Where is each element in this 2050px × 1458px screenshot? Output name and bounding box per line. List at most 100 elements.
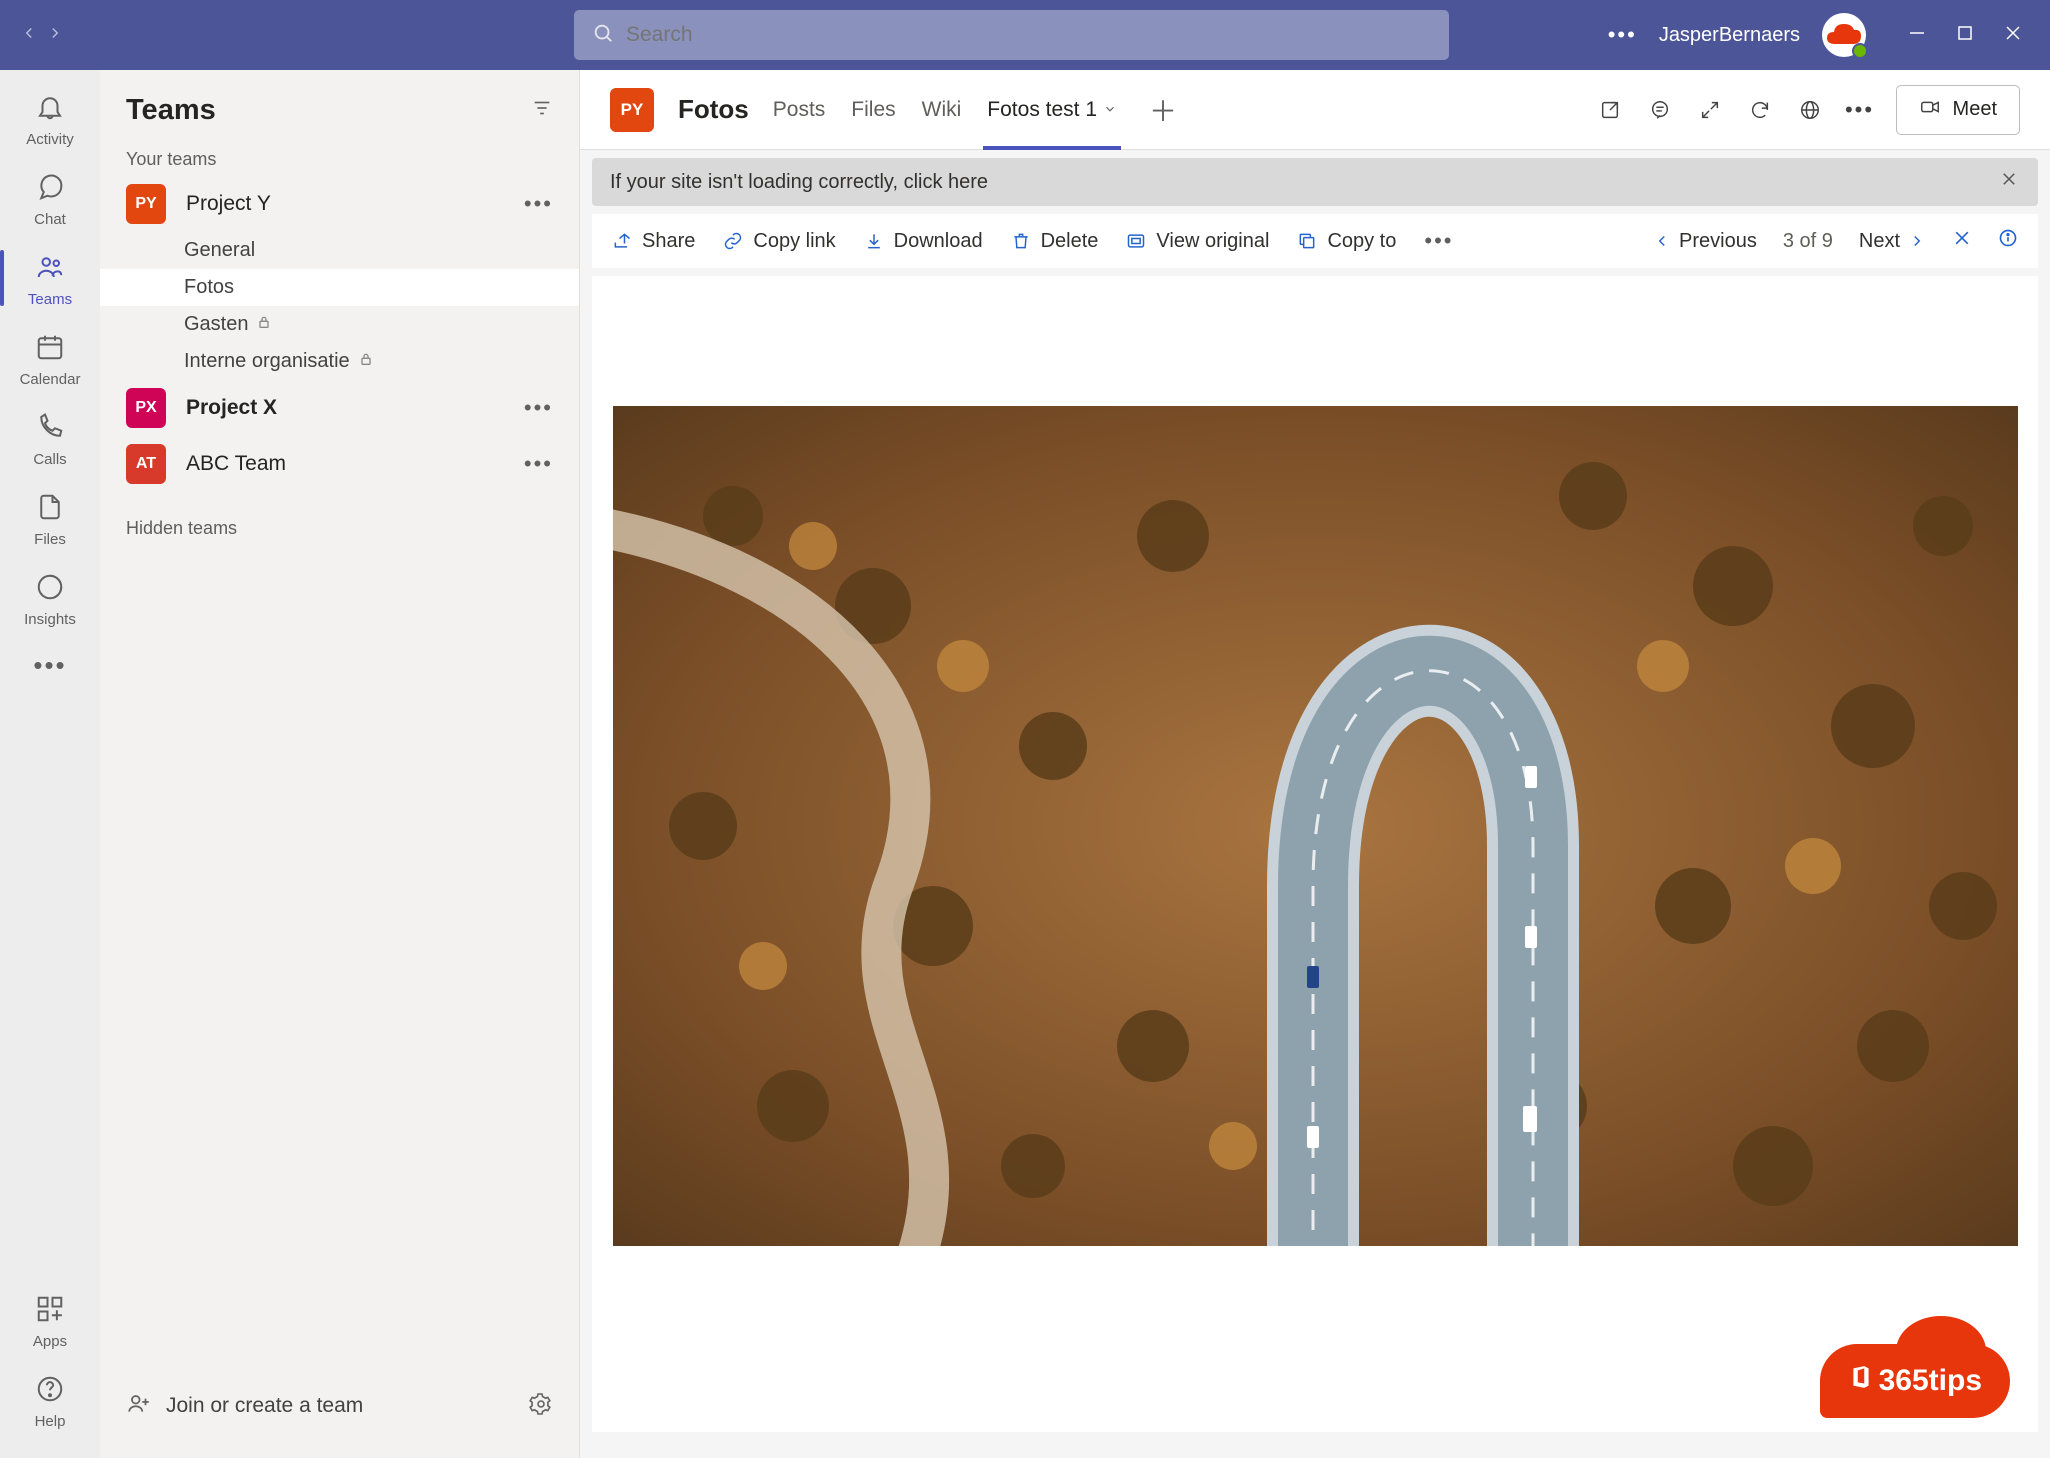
forward-icon[interactable] [46,24,64,47]
conversation-icon[interactable] [1646,96,1674,124]
rail-bottom: Apps Help [0,1282,100,1458]
more-icon[interactable]: ••• [1846,96,1874,124]
settings-gear-icon[interactable] [529,1392,553,1421]
previous-label: Previous [1679,230,1757,253]
settings-more-icon[interactable]: ••• [1608,22,1637,48]
toolbar-right: Previous 3 of 9 Next [1653,228,2018,254]
team-tile: PY [126,184,166,224]
channel-fotos[interactable]: Fotos [100,269,579,306]
add-tab-icon[interactable]: ＋ [1149,90,1177,130]
delete-label: Delete [1041,230,1099,253]
info-pane-icon[interactable] [1998,228,2018,254]
channel-label: Gasten [184,313,248,336]
rail-files[interactable]: Files [0,480,100,556]
rail-calls[interactable]: Calls [0,400,100,476]
app-rail: Activity Chat Teams Calendar Calls Files… [0,70,100,1458]
team-project-y[interactable]: PY Project Y ••• [100,176,579,232]
copy-link-button[interactable]: Copy link [723,230,835,253]
view-original-label: View original [1156,230,1269,253]
download-button[interactable]: Download [864,230,983,253]
minimize-icon[interactable] [1908,24,1926,47]
help-icon [35,1374,65,1409]
meet-button[interactable]: Meet [1896,85,2020,135]
rail-label: Teams [28,291,72,308]
lock-icon [358,350,374,373]
tab-files[interactable]: Files [851,70,895,149]
team-abc[interactable]: AT ABC Team ••• [100,436,579,492]
infobar-close-icon[interactable] [2000,170,2018,194]
join-create-team[interactable]: Join or create a team [126,1390,363,1422]
channel-list: General Fotos Gasten Interne organisatie [100,232,579,380]
next-button[interactable]: Next [1859,230,1926,253]
info-bar: If your site isn't loading correctly, cl… [592,158,2038,206]
team-more-icon[interactable]: ••• [524,191,553,217]
avatar[interactable] [1822,13,1866,57]
your-teams-label: Your teams [100,141,579,176]
365tips-logo: 365tips [1820,1344,2010,1418]
globe-icon[interactable] [1796,96,1824,124]
team-more-icon[interactable]: ••• [524,395,553,421]
team-name: Project X [186,396,504,420]
close-viewer-icon[interactable] [1952,228,1972,254]
rail-label: Calendar [20,371,81,388]
rail-calendar[interactable]: Calendar [0,320,100,396]
rail-apps[interactable]: Apps [0,1282,100,1358]
copy-link-label: Copy link [753,230,835,253]
back-icon[interactable] [20,24,38,47]
team-tile: PX [126,388,166,428]
channel-title: Fotos [678,94,749,125]
teams-header: Teams [100,70,579,141]
view-original-button[interactable]: View original [1126,230,1269,253]
maximize-icon[interactable] [1956,24,1974,47]
aerial-road-photo [613,406,2018,1246]
rail-teams[interactable]: Teams [0,240,100,316]
filter-icon[interactable] [531,97,553,124]
channel-label: Interne organisatie [184,350,350,373]
meet-label: Meet [1953,98,1997,121]
window-controls [1908,24,2022,47]
info-bar-text[interactable]: If your site isn't loading correctly, cl… [610,171,988,194]
rail-label: Insights [24,611,76,628]
share-label: Share [642,230,695,253]
bell-icon [35,92,65,127]
file-toolbar: Share Copy link Download Delete View ori… [592,214,2038,268]
channel-label: Fotos [184,276,234,299]
content-area: PY Fotos Posts Files Wiki Fotos test 1 ＋… [580,70,2050,1458]
presence-badge-available [1852,43,1868,59]
team-more-icon[interactable]: ••• [524,451,553,477]
team-project-x[interactable]: PX Project X ••• [100,380,579,436]
previous-button[interactable]: Previous [1653,230,1757,253]
search-input[interactable] [626,23,1431,47]
channel-actions: ••• Meet [1596,85,2020,135]
hidden-teams-label: Hidden teams [100,510,579,545]
teams-title: Teams [126,94,216,127]
popout-icon[interactable] [1596,96,1624,124]
rail-activity[interactable]: Activity [0,80,100,156]
rail-more-icon[interactable]: ••• [33,650,66,681]
tab-posts[interactable]: Posts [773,70,826,149]
displayed-image [613,406,2018,1246]
tab-wiki[interactable]: Wiki [922,70,962,149]
copy-to-button[interactable]: Copy to [1297,230,1396,253]
user-name: JasperBernaers [1659,24,1800,47]
channel-general[interactable]: General [184,232,579,269]
channel-gasten[interactable]: Gasten [184,306,579,343]
delete-button[interactable]: Delete [1011,230,1099,253]
join-label: Join or create a team [166,1394,363,1418]
panel-footer: Join or create a team [100,1362,579,1458]
channel-interne-organisatie[interactable]: Interne organisatie [184,343,579,380]
close-icon[interactable] [2004,24,2022,47]
search-box[interactable] [574,10,1449,60]
team-tile: AT [126,444,166,484]
title-bar: ••• JasperBernaers [0,0,2050,70]
expand-icon[interactable] [1696,96,1724,124]
rail-insights[interactable]: Insights [0,560,100,636]
channel-team-tile: PY [610,88,654,132]
share-button[interactable]: Share [612,230,695,253]
tab-fotos-test-1[interactable]: Fotos test 1 [987,70,1117,149]
rail-help[interactable]: Help [0,1362,100,1438]
toolbar-more-icon[interactable]: ••• [1424,228,1453,254]
refresh-icon[interactable] [1746,96,1774,124]
rail-chat[interactable]: Chat [0,160,100,236]
image-viewer[interactable] [592,276,2038,1432]
